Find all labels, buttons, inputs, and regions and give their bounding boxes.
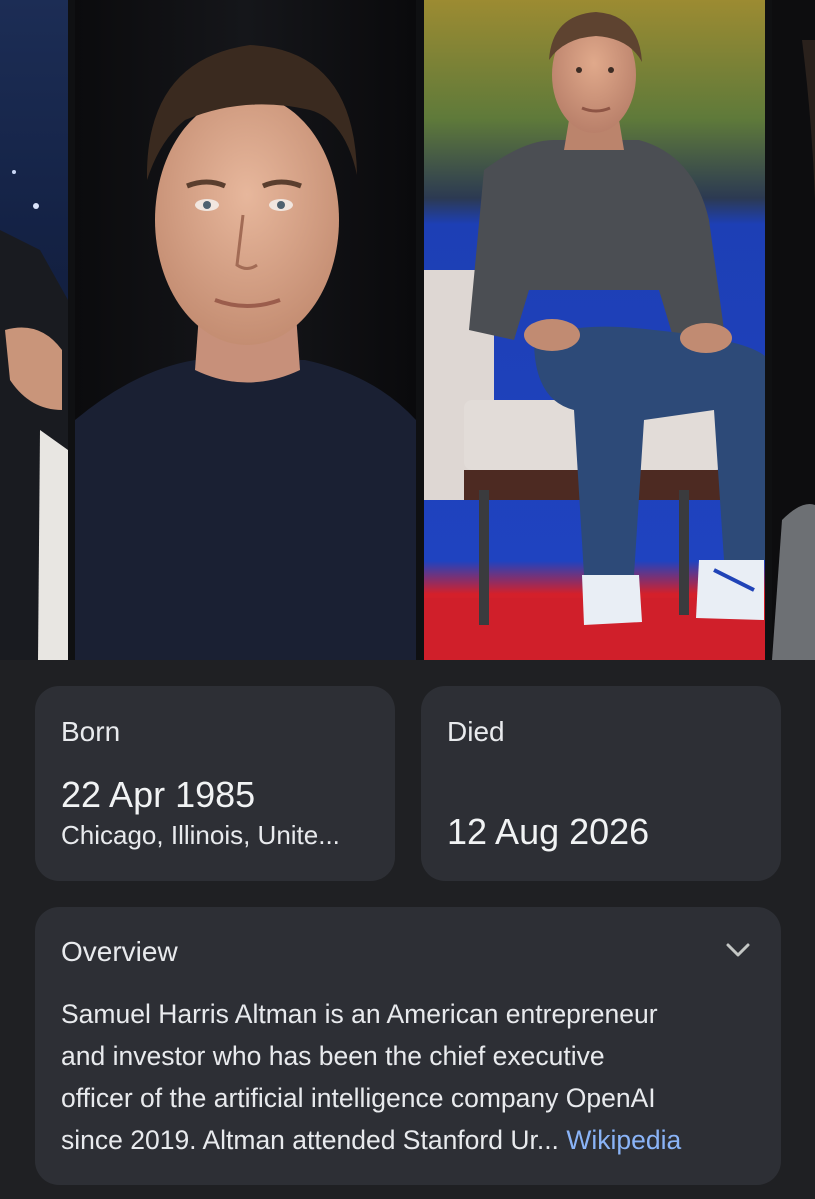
died-card[interactable]: Died 12 Aug 2026 bbox=[421, 686, 781, 881]
birth-date: 22 Apr 1985 bbox=[61, 774, 256, 815]
image-carousel[interactable] bbox=[0, 0, 815, 660]
overview-line-text: since 2019. Altman attended Stanford Ur.… bbox=[61, 1125, 559, 1155]
overview-line: and investor who has been the chief exec… bbox=[61, 1041, 605, 1071]
carousel-image-1[interactable] bbox=[0, 0, 68, 660]
born-card[interactable]: Born 22 Apr 1985 Chicago, Illinois, Unit… bbox=[35, 686, 395, 881]
carousel-image-4[interactable] bbox=[772, 0, 815, 660]
overview-description: Samuel Harris Altman is an American entr… bbox=[61, 993, 761, 1161]
overview-line: officer of the artificial intelligence c… bbox=[61, 1083, 656, 1113]
carousel-image-2[interactable] bbox=[75, 0, 416, 660]
chevron-down-icon[interactable] bbox=[725, 939, 751, 961]
overview-card[interactable]: Overview Samuel Harris Altman is an Amer… bbox=[35, 907, 781, 1185]
overview-line-last: since 2019. Altman attended Stanford Ur.… bbox=[61, 1119, 761, 1161]
carousel-image-3[interactable] bbox=[424, 0, 765, 660]
death-date: 12 Aug 2026 bbox=[447, 811, 650, 852]
died-label: Died bbox=[447, 716, 505, 747]
knowledge-panel: Born 22 Apr 1985 Chicago, Illinois, Unit… bbox=[0, 0, 815, 1199]
overview-line: Samuel Harris Altman is an American entr… bbox=[61, 999, 658, 1029]
wikipedia-link[interactable]: Wikipedia bbox=[566, 1125, 681, 1155]
birth-place: Chicago, Illinois, Unite... bbox=[61, 820, 340, 850]
born-label: Born bbox=[61, 716, 121, 747]
overview-title: Overview bbox=[61, 936, 178, 967]
